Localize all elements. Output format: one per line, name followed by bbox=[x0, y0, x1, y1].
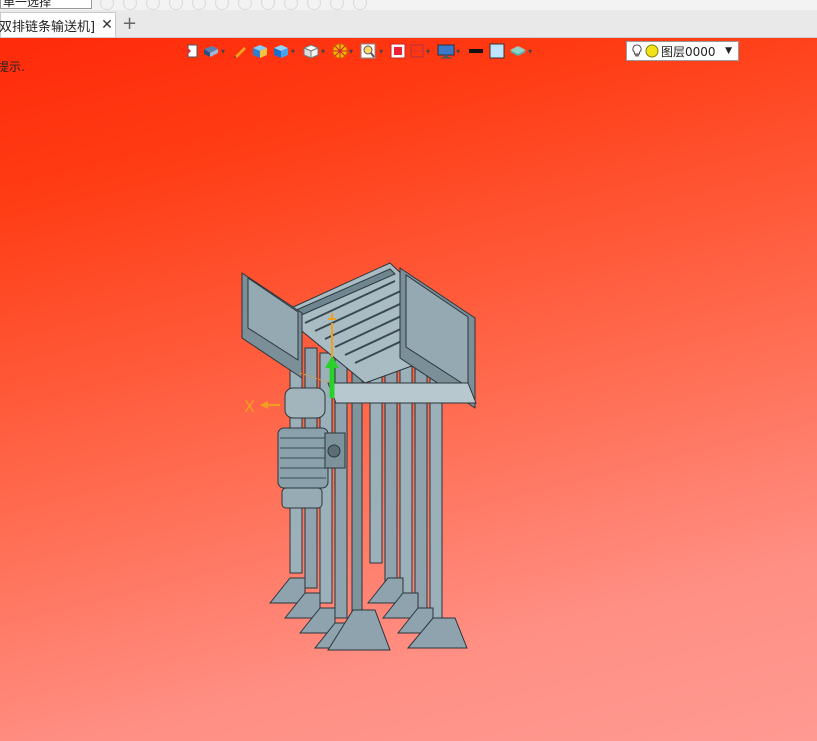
tool-icon[interactable] bbox=[192, 0, 206, 10]
tab-document-label: 双排链条输送机] bbox=[0, 19, 96, 35]
layer-selector[interactable]: 图层0000 ▼ bbox=[626, 41, 739, 61]
chevron-down-icon: ▼ bbox=[725, 46, 732, 56]
tool-icon[interactable] bbox=[100, 0, 114, 10]
view-fit-button[interactable] bbox=[183, 41, 199, 61]
tool-icon[interactable] bbox=[261, 0, 275, 10]
view-toolbar: ▾ ▾ ▾ ▾ ▾ ▾ ▾ ▾ bbox=[183, 40, 536, 62]
hint-text: 提示. bbox=[0, 60, 25, 74]
shaded-cube-button[interactable] bbox=[251, 41, 269, 61]
blue-cube-icon bbox=[274, 45, 289, 58]
zoom-button[interactable]: ▾ bbox=[360, 41, 387, 61]
line-color-button[interactable] bbox=[467, 41, 485, 61]
line-color-icon bbox=[469, 49, 484, 53]
clip-icon bbox=[410, 44, 424, 58]
white-cube-icon bbox=[302, 44, 320, 59]
conveyor-model[interactable]: X bbox=[230, 223, 490, 653]
close-icon[interactable]: ✕ bbox=[101, 17, 113, 33]
tab-document[interactable]: 双排链条输送机] ✕ bbox=[0, 12, 116, 37]
tool-icon[interactable] bbox=[238, 0, 252, 10]
camera-view-button[interactable]: ▾ bbox=[202, 41, 229, 61]
tool-icon[interactable] bbox=[284, 0, 298, 10]
fill-color-button[interactable] bbox=[488, 41, 506, 61]
yellow-circle-icon bbox=[645, 44, 659, 58]
view-fit-icon bbox=[184, 44, 198, 58]
pen-icon bbox=[234, 47, 247, 58]
clip-button[interactable]: ▾ bbox=[409, 41, 434, 61]
tool-icon[interactable] bbox=[123, 0, 137, 10]
display-button[interactable]: ▾ bbox=[437, 41, 464, 61]
lightbulb-icon bbox=[632, 44, 642, 57]
3d-viewport[interactable]: 提示. ▾ ▾ ▾ ▾ ▾ ▾ ▾ ▾ 图层0000 ▼ X bbox=[0, 38, 817, 741]
tool-icon[interactable] bbox=[307, 0, 321, 10]
red-box-icon bbox=[390, 43, 406, 59]
new-tab-button[interactable]: + bbox=[122, 14, 137, 34]
section-button[interactable]: ▾ bbox=[332, 41, 357, 61]
tool-icon[interactable] bbox=[146, 0, 160, 10]
camera-view-icon bbox=[204, 46, 218, 57]
display-icon bbox=[437, 44, 455, 59]
zoom-icon bbox=[360, 43, 376, 59]
fill-color-icon bbox=[489, 43, 505, 59]
layer-name: 图层0000 bbox=[661, 44, 716, 59]
top-toolbar: 单一选择 bbox=[0, 0, 817, 10]
axis-label-x: X bbox=[244, 397, 255, 416]
document-tab-bar: 双排链条输送机] ✕ + bbox=[0, 10, 817, 38]
faded-tool-row bbox=[100, 0, 367, 10]
section-icon bbox=[332, 43, 348, 59]
selection-mode-dropdown[interactable]: 单一选择 bbox=[0, 0, 92, 9]
tool-icon[interactable] bbox=[215, 0, 229, 10]
tool-icon[interactable] bbox=[169, 0, 183, 10]
tool-icon[interactable] bbox=[353, 0, 367, 10]
pen-button[interactable] bbox=[232, 41, 248, 61]
blue-cube-button[interactable]: ▾ bbox=[272, 41, 299, 61]
tool-icon[interactable] bbox=[330, 0, 344, 10]
layer-stack-icon bbox=[510, 46, 527, 56]
red-box-button[interactable] bbox=[390, 41, 406, 61]
white-cube-button[interactable]: ▾ bbox=[302, 41, 329, 61]
shaded-cube-icon bbox=[253, 45, 268, 58]
layer-stack-button[interactable]: ▾ bbox=[509, 41, 536, 61]
